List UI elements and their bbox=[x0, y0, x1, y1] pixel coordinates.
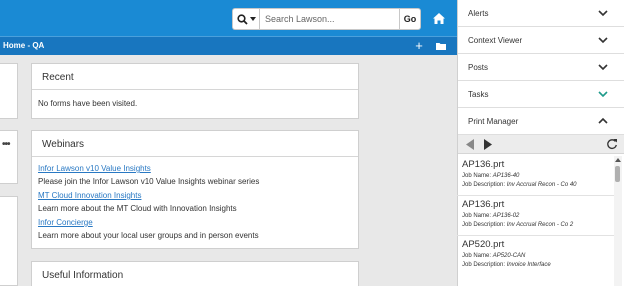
left-card-3 bbox=[0, 196, 18, 286]
chevron-down-icon bbox=[598, 37, 608, 44]
search-group: Go bbox=[232, 8, 421, 30]
webinar-description: Learn more about your local user groups … bbox=[38, 231, 259, 240]
left-card-2: ••• bbox=[0, 130, 18, 184]
caret-down-icon bbox=[249, 17, 256, 21]
breadcrumb[interactable]: Home - QA bbox=[3, 41, 44, 50]
job-file-name: AP136.prt bbox=[462, 199, 505, 210]
job-name-value: AP136-40 bbox=[492, 173, 520, 179]
webinars-title: Webinars bbox=[32, 131, 358, 157]
recent-title: Recent bbox=[32, 64, 358, 90]
job-name-label: Job Name: bbox=[462, 213, 492, 219]
job-name-value: AP520-CAN bbox=[492, 253, 526, 259]
job-desc-label: Job Description: bbox=[462, 222, 506, 228]
previous-icon[interactable] bbox=[466, 139, 474, 150]
job-desc-value: Invoice Interface bbox=[506, 262, 551, 268]
scroll-thumb[interactable] bbox=[615, 166, 620, 182]
left-card-1 bbox=[0, 63, 18, 119]
webinar-link[interactable]: MT Cloud Innovation Insights bbox=[38, 189, 352, 202]
useful-info-title: Useful Information bbox=[42, 270, 124, 281]
next-icon[interactable] bbox=[484, 139, 492, 150]
go-button[interactable]: Go bbox=[400, 8, 421, 30]
breadcrumb-bar: Home - QA + bbox=[0, 36, 457, 55]
add-icon[interactable]: + bbox=[412, 38, 426, 54]
chevron-down-icon bbox=[598, 91, 608, 98]
accordion-alerts[interactable]: Alerts bbox=[458, 0, 624, 27]
top-header: Go bbox=[0, 0, 457, 36]
accordion-label: Tasks bbox=[468, 90, 489, 99]
webinar-item: Infor Concierge Learn more about your lo… bbox=[38, 216, 352, 242]
job-desc-value: Inv Accrual Recon - Co 40 bbox=[506, 182, 577, 188]
scroll-up-icon[interactable] bbox=[615, 158, 621, 162]
accordion-label: Posts bbox=[468, 63, 489, 72]
webinar-description: Learn more about the MT Cloud with Innov… bbox=[38, 204, 237, 213]
job-file-name: AP520.prt bbox=[462, 239, 505, 250]
more-options-icon[interactable]: ••• bbox=[2, 139, 10, 150]
recent-empty-text: No forms have been visited. bbox=[38, 99, 138, 108]
job-name-label: Job Name: bbox=[462, 173, 492, 179]
job-name-label: Job Name: bbox=[462, 253, 492, 259]
home-icon bbox=[432, 13, 445, 24]
folder-button[interactable] bbox=[434, 40, 448, 52]
search-icon bbox=[236, 13, 248, 25]
accordion-print-manager[interactable]: Print Manager bbox=[458, 108, 624, 135]
webinars-card: Webinars Infor Lawson v10 Value Insights… bbox=[31, 130, 359, 249]
webinar-link[interactable]: Infor Concierge bbox=[38, 216, 352, 229]
refresh-icon[interactable] bbox=[606, 138, 618, 150]
chevron-down-icon bbox=[598, 10, 608, 17]
chevron-down-icon bbox=[598, 64, 608, 71]
job-desc-value: Inv Accrual Recon - Co 2 bbox=[506, 222, 574, 228]
search-type-dropdown[interactable] bbox=[232, 8, 259, 30]
print-job-item[interactable]: AP520.prt Job Name: AP520-CAN Job Descri… bbox=[457, 236, 616, 276]
webinar-item: Infor Lawson v10 Value Insights Please j… bbox=[38, 162, 352, 188]
job-desc-label: Job Description: bbox=[462, 182, 506, 188]
accordion-tasks[interactable]: Tasks bbox=[458, 81, 624, 108]
print-job-item[interactable]: AP136.prt Job Name: AP136-40 Job Descrip… bbox=[457, 156, 616, 196]
accordion-posts[interactable]: Posts bbox=[458, 54, 624, 81]
accordion-label: Alerts bbox=[468, 9, 489, 18]
search-input[interactable] bbox=[259, 8, 400, 30]
job-file-name: AP136.prt bbox=[462, 159, 505, 170]
job-name-value: AP136-02 bbox=[492, 213, 520, 219]
print-job-list: AP136.prt Job Name: AP136-40 Job Descrip… bbox=[457, 156, 616, 276]
folder-icon bbox=[436, 43, 446, 50]
accordion-context-viewer[interactable]: Context Viewer bbox=[458, 27, 624, 54]
print-list-scrollbar[interactable] bbox=[614, 156, 622, 286]
webinar-item: MT Cloud Innovation Insights Learn more … bbox=[38, 189, 352, 215]
home-button[interactable] bbox=[428, 8, 449, 29]
webinar-description: Please join the Infor Lawson v10 Value I… bbox=[38, 177, 260, 186]
chevron-up-icon bbox=[598, 117, 608, 124]
webinar-link[interactable]: Infor Lawson v10 Value Insights bbox=[38, 162, 352, 175]
accordion-label: Print Manager bbox=[468, 117, 519, 126]
recent-card: Recent No forms have been visited. bbox=[31, 63, 359, 119]
print-manager-toolbar bbox=[458, 135, 624, 154]
dashboard-content: ••• Recent No forms have been visited. W… bbox=[0, 55, 457, 286]
job-desc-label: Job Description: bbox=[462, 262, 506, 268]
useful-info-card: Useful Information bbox=[31, 261, 359, 286]
accordion-label: Context Viewer bbox=[468, 36, 523, 45]
webinars-list: Infor Lawson v10 Value Insights Please j… bbox=[32, 157, 358, 250]
print-job-item[interactable]: AP136.prt Job Name: AP136-02 Job Descrip… bbox=[457, 196, 616, 236]
